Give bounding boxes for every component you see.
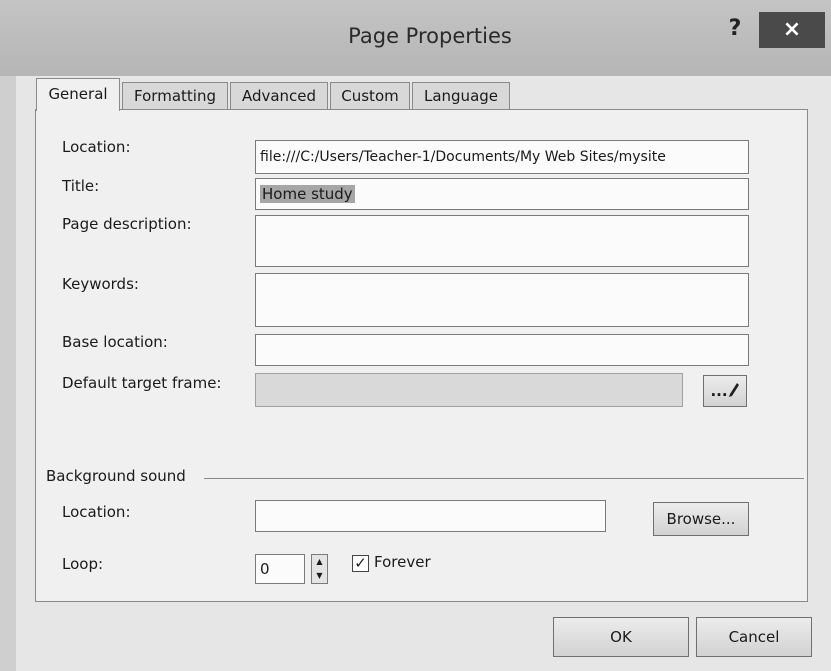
dialog-title: Page Properties xyxy=(348,24,512,48)
tab-custom[interactable]: Custom xyxy=(330,82,410,110)
loop-input[interactable]: 0 xyxy=(255,554,305,584)
pencil-icon xyxy=(728,383,739,397)
keywords-field[interactable] xyxy=(255,273,749,327)
cancel-button[interactable]: Cancel xyxy=(696,617,812,657)
base-location-label: Base location: xyxy=(62,333,168,351)
forever-label: Forever xyxy=(374,553,431,571)
stepper-down-icon[interactable]: ▼ xyxy=(312,569,327,583)
title-field[interactable]: Home study xyxy=(255,178,749,210)
target-frame-button[interactable]: ... xyxy=(703,375,747,407)
tab-language[interactable]: Language xyxy=(412,82,510,110)
browse-button[interactable]: Browse... xyxy=(653,502,749,536)
loop-stepper[interactable]: ▲ ▼ xyxy=(311,554,328,584)
sound-location-field[interactable] xyxy=(255,500,606,532)
help-button[interactable]: ? xyxy=(722,16,748,46)
section-divider xyxy=(204,478,804,479)
close-button[interactable]: × xyxy=(759,12,825,48)
ok-button[interactable]: OK xyxy=(553,617,689,657)
tab-general[interactable]: General xyxy=(36,78,120,111)
sound-location-label: Location: xyxy=(62,503,131,521)
loop-label: Loop: xyxy=(62,555,104,573)
background-sound-section-label: Background sound xyxy=(46,467,186,485)
forever-checkbox[interactable]: ✓ xyxy=(352,555,369,572)
page-description-field[interactable] xyxy=(255,215,749,267)
tab-formatting[interactable]: Formatting xyxy=(122,82,228,110)
location-field[interactable]: file:///C:/Users/Teacher-1/Documents/My … xyxy=(255,140,749,174)
title-field-text: Home study xyxy=(260,185,355,203)
base-location-field[interactable] xyxy=(255,334,749,366)
title-label: Title: xyxy=(62,177,100,195)
default-target-frame-label: Default target frame: xyxy=(62,374,222,392)
tab-advanced[interactable]: Advanced xyxy=(230,82,328,110)
target-frame-button-label: ... xyxy=(710,382,728,400)
location-label: Location: xyxy=(62,138,131,156)
stepper-up-icon[interactable]: ▲ xyxy=(312,555,327,569)
keywords-label: Keywords: xyxy=(62,275,139,293)
default-target-frame-field xyxy=(255,373,683,407)
page-description-label: Page description: xyxy=(62,215,192,233)
